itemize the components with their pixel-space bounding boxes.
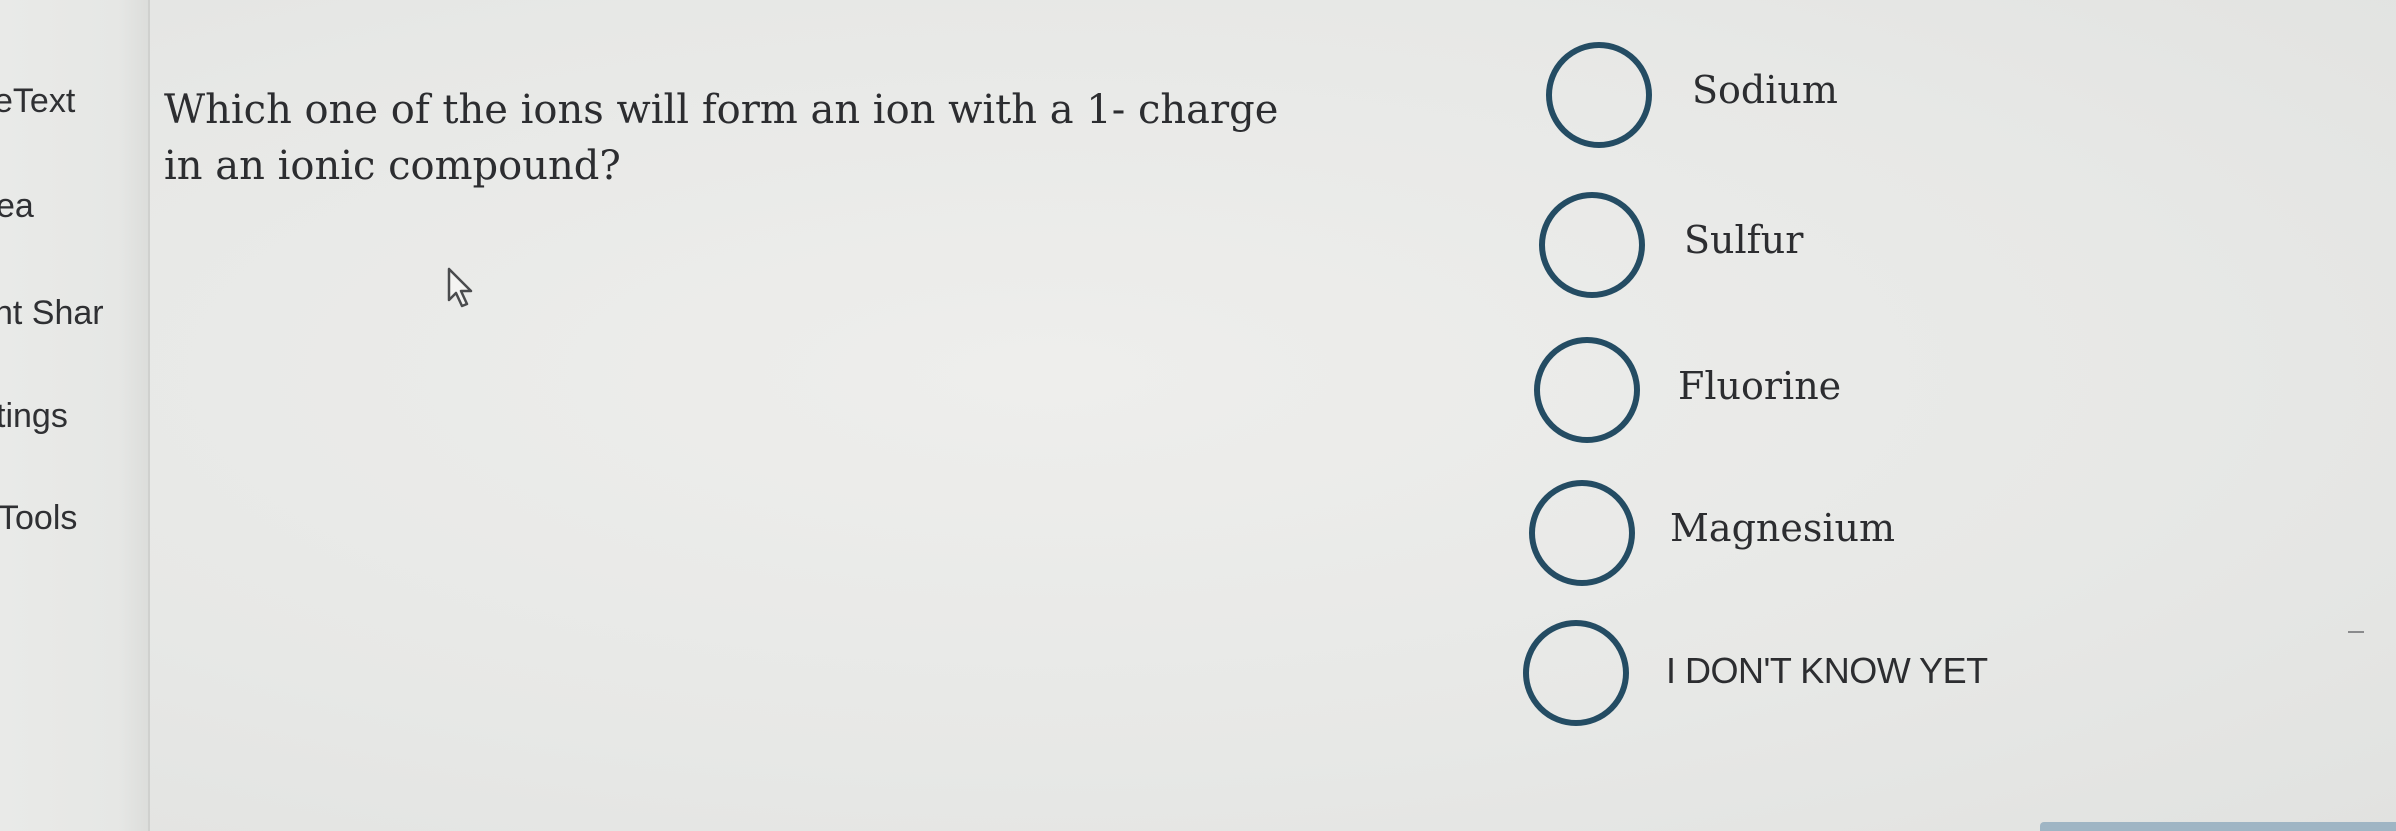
- submit-button-edge[interactable]: [2040, 822, 2396, 831]
- radio-button[interactable]: [1529, 480, 1635, 586]
- option-label: Magnesium: [1670, 506, 1896, 550]
- radio-button[interactable]: [1539, 192, 1645, 298]
- option-label: I DON'T KNOW YET: [1666, 650, 1988, 691]
- option-label: Sodium: [1692, 68, 1838, 112]
- question-text: Which one of the ions will form an ion w…: [164, 87, 1279, 189]
- sidebar-nav: eText ea nt Shar tings Tools: [0, 0, 150, 831]
- sidebar-item-tools[interactable]: Tools: [0, 499, 77, 538]
- sidebar-item-content-sharing[interactable]: nt Shar: [0, 294, 104, 333]
- mouse-pointer-icon: [447, 267, 473, 308]
- radio-button[interactable]: [1523, 620, 1629, 726]
- option-label: Sulfur: [1684, 218, 1804, 262]
- radio-button[interactable]: [1534, 337, 1640, 443]
- scroll-tick-mark: [2348, 631, 2364, 633]
- sidebar-item-area[interactable]: ea: [0, 187, 34, 226]
- sidebar-item-etext[interactable]: eText: [0, 82, 75, 121]
- sidebar-item-settings[interactable]: tings: [0, 397, 68, 436]
- radio-button[interactable]: [1546, 42, 1652, 148]
- option-label: Fluorine: [1678, 364, 1842, 408]
